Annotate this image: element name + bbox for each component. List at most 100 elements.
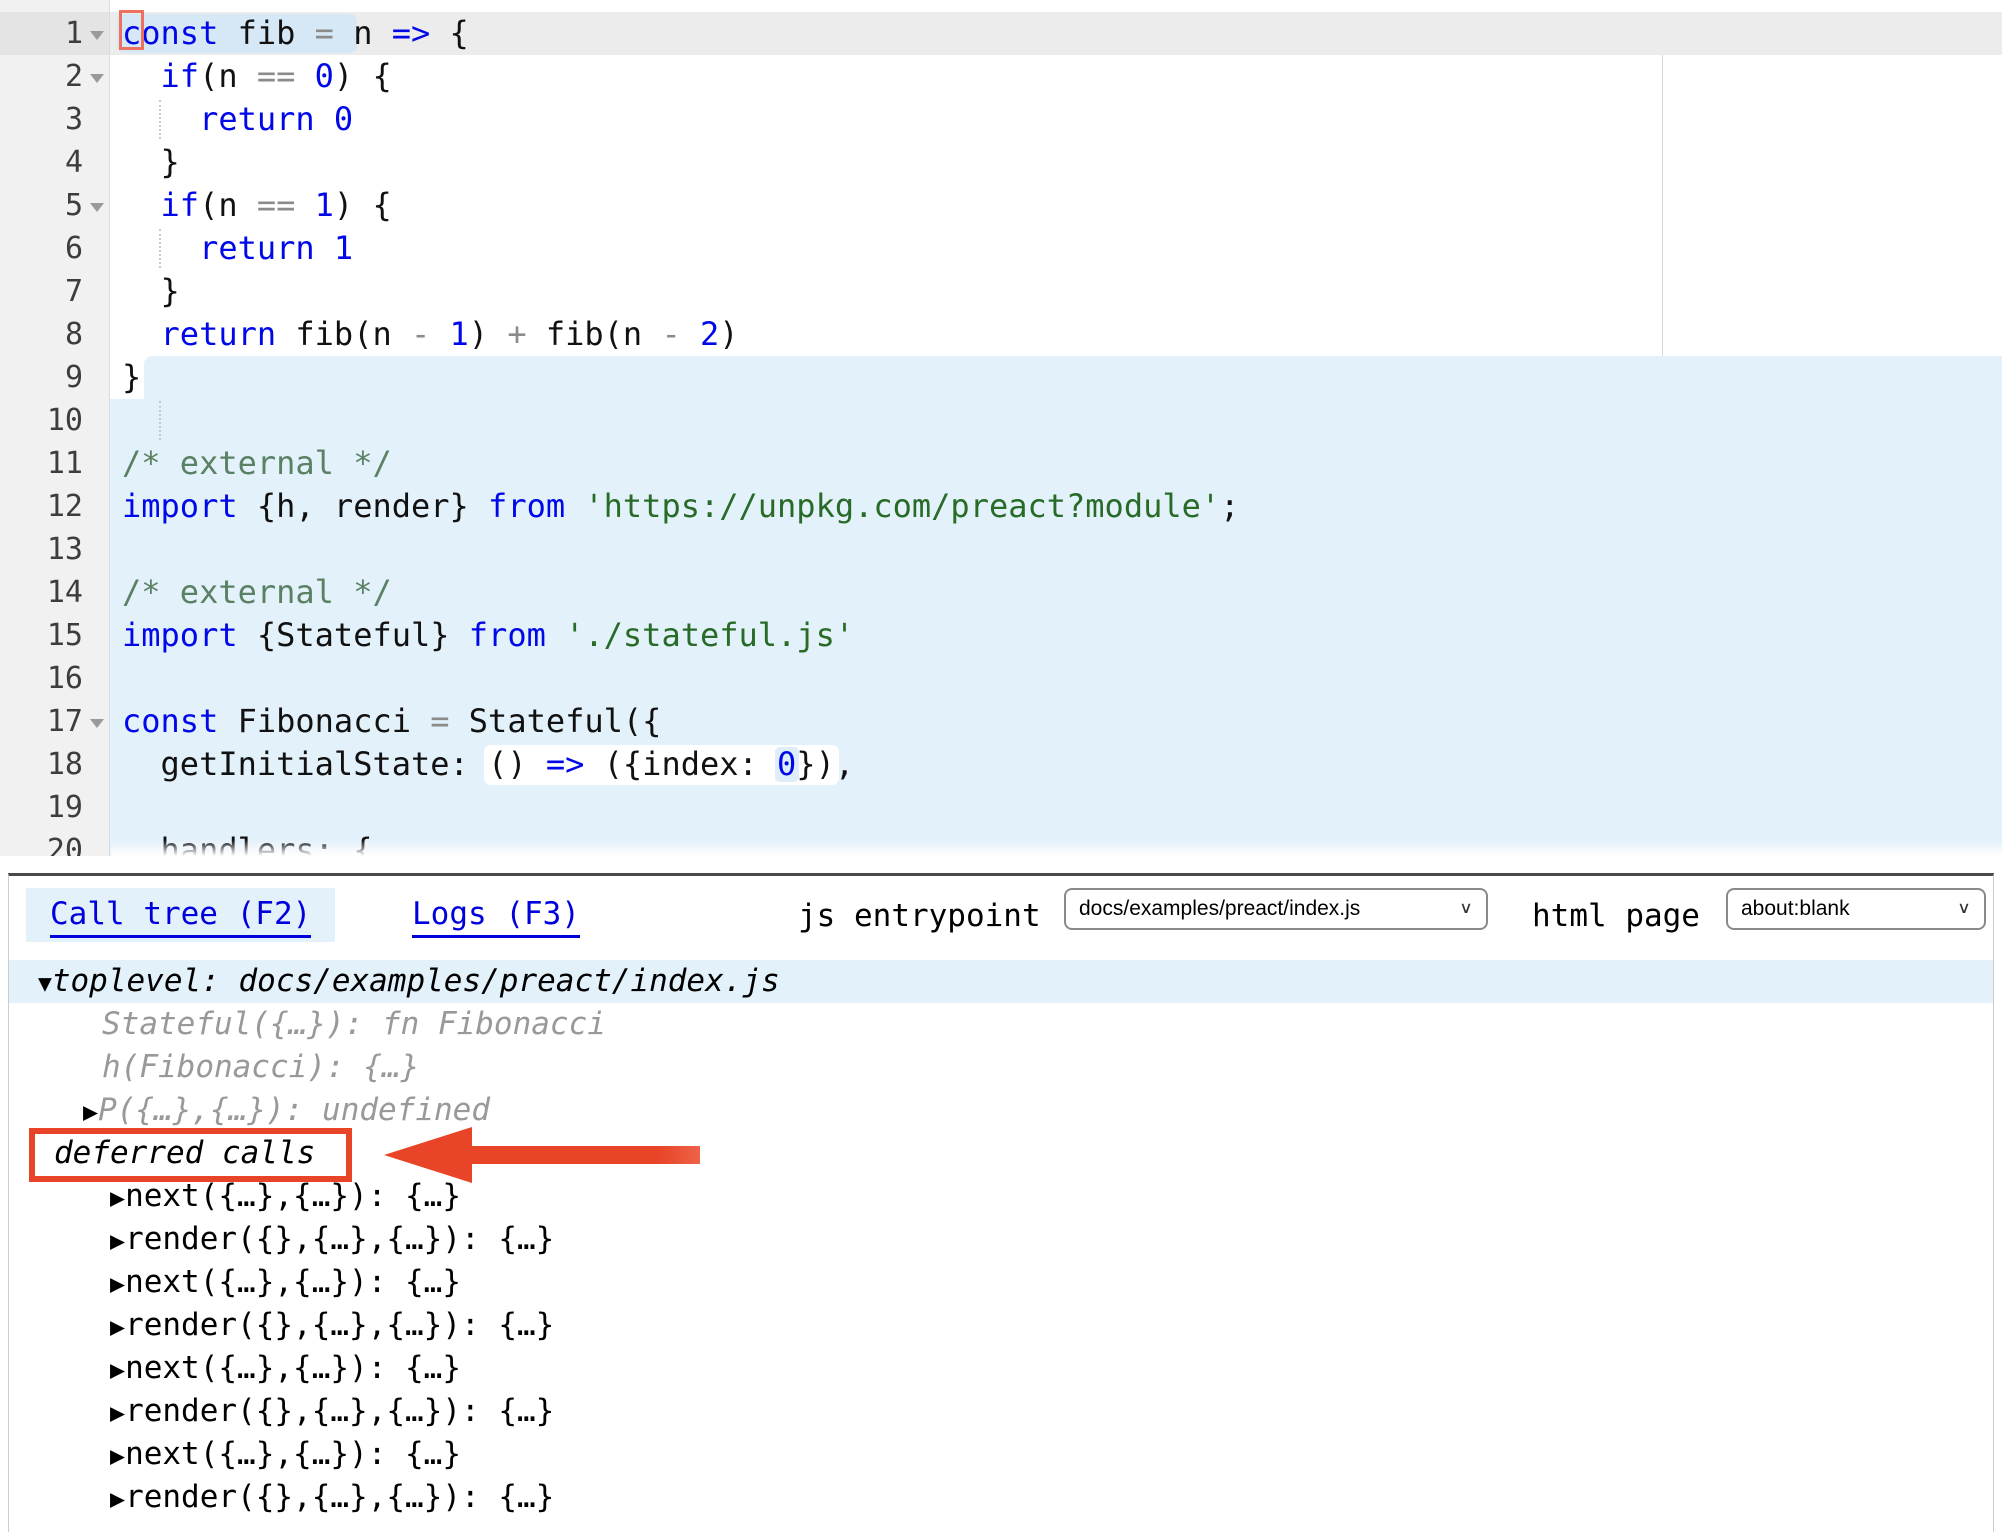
token-op: + [507,315,526,353]
token-pl [295,57,314,95]
html-page-label: html page [1532,898,1700,934]
fold-toggle-icon[interactable] [90,719,104,728]
call-tree-row[interactable]: h(Fibonacci): {…} [9,1046,1993,1089]
tab-logs[interactable]: Logs (F3) [388,888,604,942]
code-line[interactable]: import {h, render} from 'https://unpkg.c… [110,485,2002,528]
code-area[interactable]: const fib = n => { if(n == 0) { return 0… [110,0,2002,856]
token-kw: from [488,487,565,525]
token-pl [315,229,334,267]
call-tree-row[interactable]: ▶render({},{…},{…}): {…} [9,1304,1993,1347]
code-editor[interactable]: 1234567891011121314151617181920 const fi… [0,0,2002,856]
token-pl [430,315,449,353]
call-tree-row[interactable]: ▶next({…},{…}): {…} [9,1433,1993,1476]
call-tree-row-label: render({},{…},{…}): {…} [125,1307,554,1343]
gutter-line: 8 [0,313,109,356]
gutter-line: 13 [0,528,109,571]
token-pl: {Stateful} [238,616,469,654]
expand-arrow-icon[interactable]: ▶ [110,1355,125,1384]
call-tree-row[interactable]: ▶render({},{…},{…}): {…} [9,1390,1993,1433]
code-line[interactable] [110,528,2002,571]
line-number: 6 [0,227,109,270]
code-line[interactable]: return fib(n - 1) + fib(n - 2) [110,313,2002,356]
token-num: 0 [777,745,796,783]
gutter-line: 5 [0,184,109,227]
gutter-line: 1 [0,12,109,55]
code-line[interactable]: return 1 [110,227,2002,270]
token-str: 'https://unpkg.com/preact?module' [584,487,1220,525]
expand-arrow-icon[interactable]: ▶ [110,1226,125,1255]
html-page-select[interactable]: about:blank ∨ [1726,888,1986,930]
token-kw: => [392,14,431,52]
token-num: 1 [450,315,469,353]
fold-toggle-icon[interactable] [90,31,104,40]
token-pl [295,186,314,224]
token-pl [546,616,565,654]
call-tree-row-label: P({…},{…}): undefined [98,1092,490,1128]
line-number: 20 [0,829,109,856]
expand-arrow-icon[interactable]: ▶ [110,1312,125,1341]
code-line[interactable]: if(n == 1) { [110,184,2002,227]
gutter-line: 15 [0,614,109,657]
code-tokens: const Fibonacci = Stateful({ [122,702,661,740]
code-line[interactable]: } [110,141,2002,184]
gutter-line: 17 [0,700,109,743]
code-line[interactable] [110,786,2002,829]
call-tree-row[interactable]: ▶render({},{…},{…}): {…} [9,1218,1993,1261]
token-num: 2 [700,315,719,353]
call-tree-row-label: next({…},{…}): {…} [125,1264,461,1300]
call-tree-row[interactable]: ▶render({},{…},{…}): {…} [9,1476,1993,1519]
gutter-line: 3 [0,98,109,141]
fold-toggle-icon[interactable] [90,74,104,83]
call-tree-row[interactable]: ▶P({…},{…}): undefined [9,1089,1993,1132]
selection-highlight [144,356,2002,399]
collapse-arrow-icon[interactable]: ▼ [38,971,52,997]
expand-arrow-icon[interactable]: ▶ [110,1441,125,1470]
code-tokens: } [122,143,180,181]
code-line[interactable] [110,657,2002,700]
code-line[interactable]: /* external */ [110,571,2002,614]
code-tokens: return fib(n - 1) + fib(n - 2) [122,315,739,353]
js-entrypoint-select[interactable]: docs/examples/preact/index.js ∨ [1064,888,1488,930]
tab-call-tree[interactable]: Call tree (F2) [26,888,335,942]
token-op: == [257,186,296,224]
code-line[interactable]: /* external */ [110,442,2002,485]
gutter-line: 16 [0,657,109,700]
call-tree-row[interactable]: ▶next({…},{…}): {…} [9,1261,1993,1304]
call-tree-row-toplevel[interactable]: ▼toplevel: docs/examples/preact/index.js [9,960,1993,1003]
token-pl: { [430,14,469,52]
code-line[interactable] [110,399,2002,442]
call-tree-row-label: Stateful({…}): fn Fibonacci [102,1006,606,1042]
fold-toggle-icon[interactable] [90,203,104,212]
expand-arrow-icon[interactable]: ▶ [83,1097,98,1126]
call-tree-row[interactable]: ▶next({…},{…}): {…} [9,1347,1993,1390]
code-line[interactable]: } [110,356,2002,399]
token-kw: from [469,616,546,654]
code-line[interactable]: getInitialState: () => ({index: 0}), [110,743,2002,786]
token-pl [122,315,161,353]
code-tokens: /* external */ [122,444,392,482]
indent-guide [159,401,161,440]
code-line[interactable]: const Fibonacci = Stateful({ [110,700,2002,743]
token-pl: fib(n [276,315,411,353]
tab-call-tree-label: Call tree (F2) [50,896,311,938]
call-tree-row[interactable]: Stateful({…}): fn Fibonacci [9,1003,1993,1046]
code-line[interactable]: import {Stateful} from './stateful.js' [110,614,2002,657]
code-line[interactable]: return 0 [110,98,2002,141]
token-kw: return [161,315,277,353]
token-pl [122,57,161,95]
expand-arrow-icon[interactable]: ▶ [110,1398,125,1427]
call-tree-row-label: render({},{…},{…}): {…} [125,1221,554,1257]
code-line[interactable]: if(n == 0) { [110,55,2002,98]
token-pl: {h, render} [238,487,488,525]
code-line[interactable]: } [110,270,2002,313]
code-line[interactable]: const fib = n => { [110,12,2002,55]
line-number: 9 [0,356,109,399]
token-str: './stateful.js' [565,616,854,654]
line-number: 15 [0,614,109,657]
expand-arrow-icon[interactable]: ▶ [110,1484,125,1513]
token-kw: => [546,745,585,783]
token-num: 0 [334,100,353,138]
expand-arrow-icon[interactable]: ▶ [110,1269,125,1298]
token-cmt: /* external */ [122,573,392,611]
expand-arrow-icon[interactable]: ▶ [110,1183,125,1212]
